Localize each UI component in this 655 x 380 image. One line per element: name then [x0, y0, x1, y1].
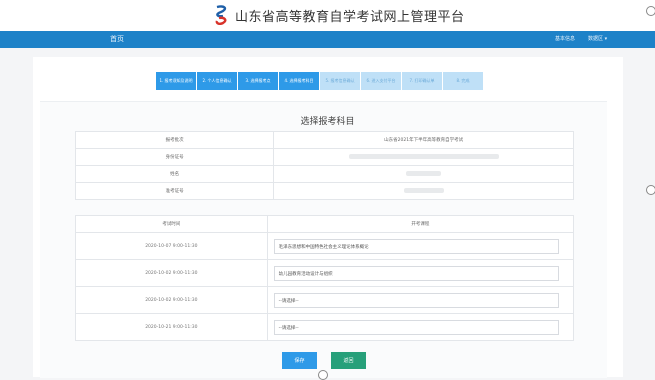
course-select[interactable]: 幼儿园教育活动设计与组织: [273, 265, 559, 281]
nav-home-link[interactable]: 首页: [110, 34, 124, 44]
step-8: 8. 完成: [443, 72, 483, 90]
page-title: 选择报考科目: [300, 117, 355, 127]
redacted-bar: [403, 188, 444, 193]
info-value: 山东省2021年下半年高等教育自学考试: [273, 131, 574, 149]
table-header-row: 考试时间 开考课程: [75, 215, 575, 233]
column-header-course: 开考课程: [266, 215, 575, 233]
scroll-handle-icon[interactable]: [646, 185, 655, 195]
step-7: 7. 打印确认单: [402, 72, 442, 90]
info-label: 准考证号: [74, 182, 275, 200]
exam-course-table: 考试时间 开考课程 2020-10-07 9:00-11:30 毛泽东思想和中国…: [75, 215, 575, 341]
info-value-redacted: [273, 165, 574, 183]
column-header-time: 考试时间: [75, 215, 268, 233]
scroll-handle-icon[interactable]: [318, 370, 328, 380]
scroll-handle-icon[interactable]: [646, 6, 655, 16]
course-select[interactable]: --请选择--: [273, 292, 559, 308]
table-row: 准考证号: [74, 182, 574, 200]
site-title: 山东省高等教育自学考试网上管理平台: [235, 9, 465, 25]
info-value-redacted: [273, 148, 574, 166]
course-select[interactable]: --请选择--: [273, 319, 559, 335]
step-4: 4. 选择报考科目: [279, 72, 319, 90]
exam-time: 2020-10-02 9:00-11:30: [75, 286, 268, 314]
chevron-down-icon: ▾: [604, 36, 608, 42]
back-button[interactable]: 返回: [331, 352, 366, 369]
table-row: 身份证号: [74, 148, 574, 166]
table-row: 2020-10-07 9:00-11:30 毛泽东思想和中国特色社会主义理论体系…: [75, 232, 575, 260]
course-cell: --请选择--: [266, 286, 575, 314]
save-button[interactable]: 保存: [282, 352, 317, 369]
table-row: 报考批次 山东省2021年下半年高等教育自学考试: [74, 131, 574, 149]
course-cell: 毛泽东思想和中国特色社会主义理论体系概论: [266, 232, 575, 260]
info-label: 姓名: [74, 165, 275, 183]
nav-user-menu-label: 数据区: [588, 36, 604, 42]
exam-time: 2020-10-21 9:00-11:30: [75, 313, 268, 341]
exam-time: 2020-10-02 9:00-11:30: [75, 259, 268, 287]
step-1: 1. 报考须知及说明: [156, 72, 196, 90]
table-row: 2020-10-21 9:00-11:30 --请选择--: [75, 313, 575, 341]
course-cell: --请选择--: [266, 313, 575, 341]
info-label: 身份证号: [74, 148, 275, 166]
step-3: 3. 选择报考点: [238, 72, 278, 90]
redacted-bar: [348, 154, 499, 159]
site-header: 山东省高等教育自学考试网上管理平台: [0, 0, 655, 31]
course-select[interactable]: 毛泽东思想和中国特色社会主义理论体系概论: [273, 238, 559, 254]
exam-time: 2020-10-07 9:00-11:30: [75, 232, 268, 260]
top-navbar: 首页 基本信息 数据区 ▾: [0, 31, 655, 48]
candidate-info-table: 报考批次 山东省2021年下半年高等教育自学考试 身份证号 姓名 准考证号: [74, 131, 574, 200]
step-6: 6. 进入支付平台: [361, 72, 401, 90]
table-row: 2020-10-02 9:00-11:30 幼儿园教育活动设计与组织: [75, 259, 575, 287]
logo-block: 山东省高等教育自学考试网上管理平台: [213, 5, 465, 25]
course-cell: 幼儿园教育活动设计与组织: [266, 259, 575, 287]
info-label: 报考批次: [74, 131, 275, 149]
table-row: 姓名: [74, 165, 574, 183]
redacted-bar: [406, 171, 442, 176]
exam-logo-icon: [215, 5, 227, 25]
info-value-redacted: [273, 182, 574, 200]
step-progress: 1. 报考须知及说明 2. 个人信息确认 3. 选择报考点 4. 选择报考科目 …: [156, 72, 484, 90]
nav-user-menu[interactable]: 数据区 ▾: [588, 35, 607, 42]
nav-basic-info-link[interactable]: 基本信息: [555, 35, 575, 42]
step-5: 5. 报考信息确认: [320, 72, 360, 90]
step-2: 2. 个人信息确认: [197, 72, 237, 90]
table-row: 2020-10-02 9:00-11:30 --请选择--: [75, 286, 575, 314]
